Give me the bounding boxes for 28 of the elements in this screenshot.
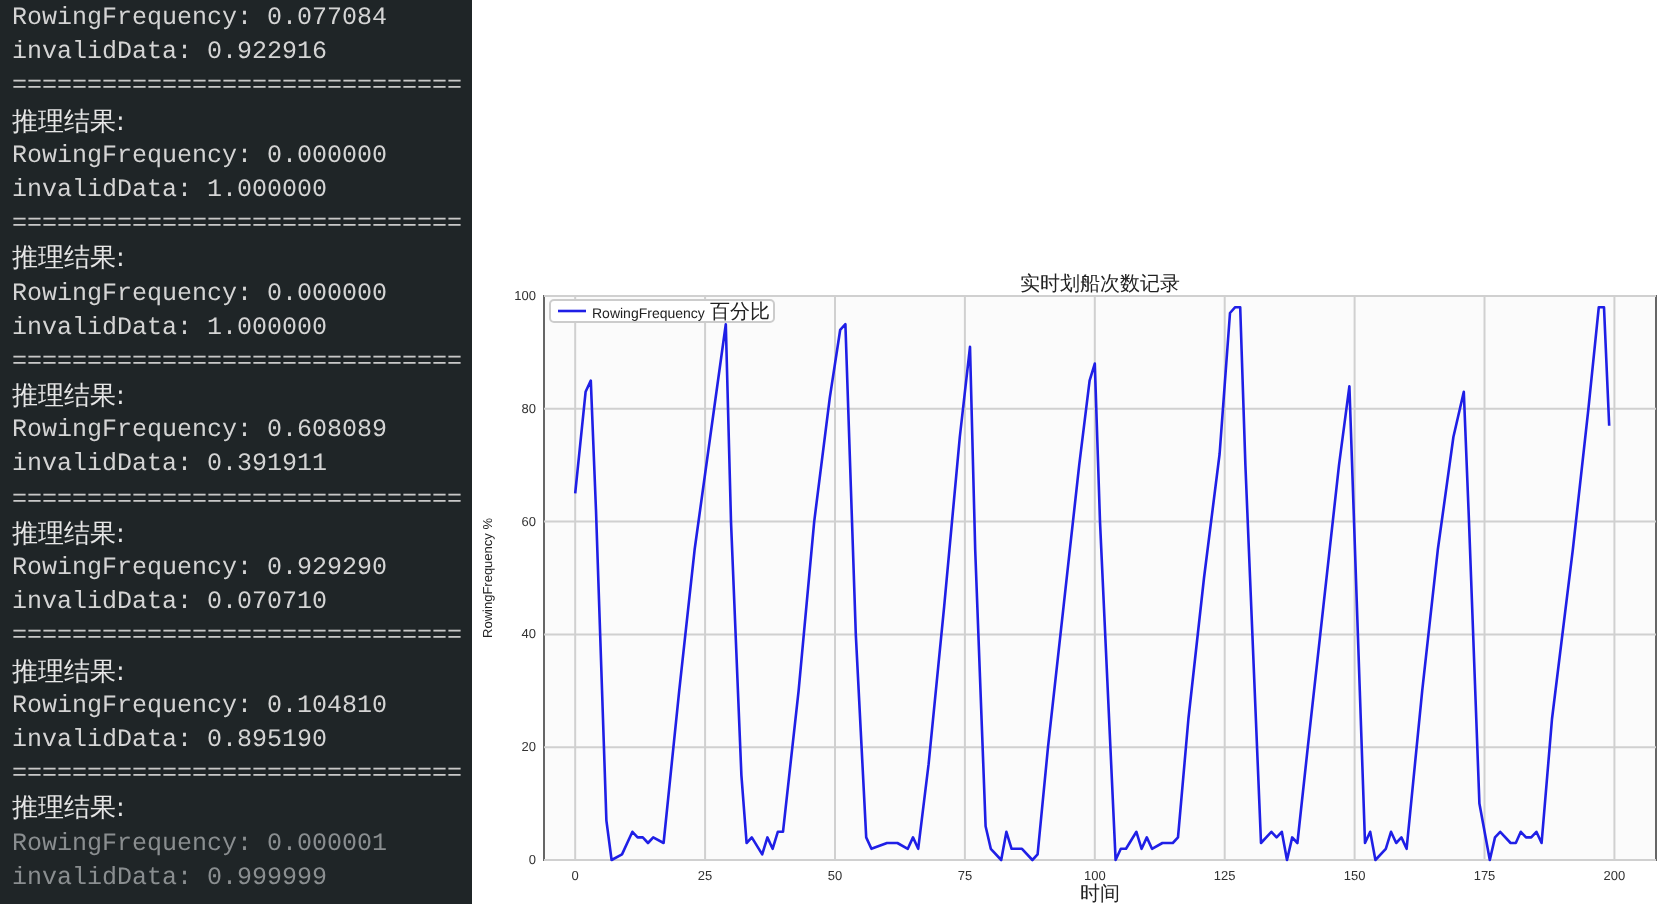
x-axis-label: 时间 xyxy=(1080,884,1120,904)
console-line: 推理结果: xyxy=(12,792,127,827)
console-line: invalidData: 1.000000 xyxy=(12,311,330,346)
console-line: invalidData: 1.000000 xyxy=(12,173,330,208)
console-line: RowingFrequency: 0.077084 xyxy=(12,2,390,36)
separator-line: ============================== xyxy=(12,483,465,518)
console-line: 推理结果: xyxy=(12,655,127,690)
console-line: RowingFrequency: 0.000000 xyxy=(12,277,390,311)
separator-line: ============================== xyxy=(12,620,465,655)
console-line: invalidData: 0.999999 xyxy=(12,861,330,896)
console-line: RowingFrequency: 0.929290 xyxy=(12,552,390,586)
separator-line: ============================== xyxy=(12,345,465,380)
console-line: invalidData: 0.391911 xyxy=(12,448,330,483)
console-line: 推理结果: xyxy=(12,517,127,552)
separator-line: ============================== xyxy=(12,208,465,243)
console-line: 推理结果: xyxy=(12,380,127,415)
console-line: invalidData: 0.895190 xyxy=(12,723,330,758)
console-line: invalidData: 0.922916 xyxy=(12,36,330,71)
console-line: RowingFrequency: 0.000001 xyxy=(12,827,390,861)
console-line: RowingFrequency: 0.104810 xyxy=(12,689,390,724)
console-line: RowingFrequency: 0.608089 xyxy=(12,414,390,449)
separator-line: ============================== xyxy=(12,758,465,793)
console-line: 推理结果: xyxy=(12,105,127,140)
console-line: invalidData: 0.070710 xyxy=(12,586,330,621)
console-line: 推理结果: xyxy=(12,242,127,277)
separator-line: ============================== xyxy=(12,70,465,105)
chart-title: 实时划船次数记录 xyxy=(1020,274,1180,296)
console-line: RowingFrequency: 0.000000 xyxy=(12,139,390,174)
